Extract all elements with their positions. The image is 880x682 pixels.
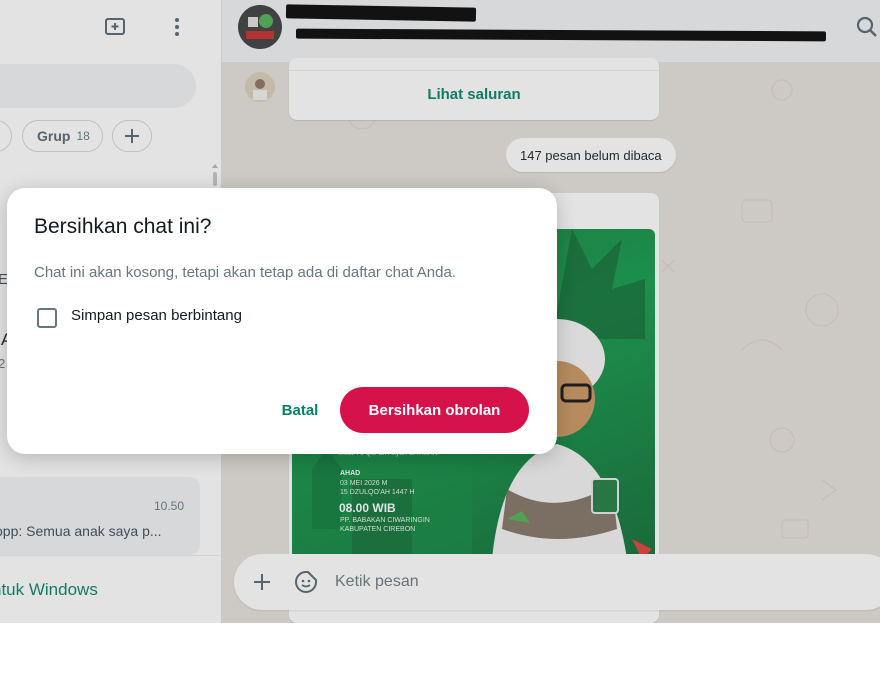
keep-starred-label[interactable]: Simpan pesan berbintang bbox=[71, 307, 242, 324]
cancel-button[interactable]: Batal bbox=[267, 391, 333, 429]
clear-chat-button[interactable]: Bersihkan obrolan bbox=[340, 387, 529, 433]
dialog-body: Chat ini akan kosong, tetapi akan tetap … bbox=[34, 264, 456, 281]
clear-chat-dialog: Bersihkan chat ini? Chat ini akan kosong… bbox=[7, 188, 557, 454]
dialog-title: Bersihkan chat ini? bbox=[34, 215, 212, 238]
keep-starred-checkbox[interactable] bbox=[37, 308, 57, 328]
app-window: Grup 18 E A 2 10.50 opp: Semua anak saya… bbox=[0, 0, 880, 623]
